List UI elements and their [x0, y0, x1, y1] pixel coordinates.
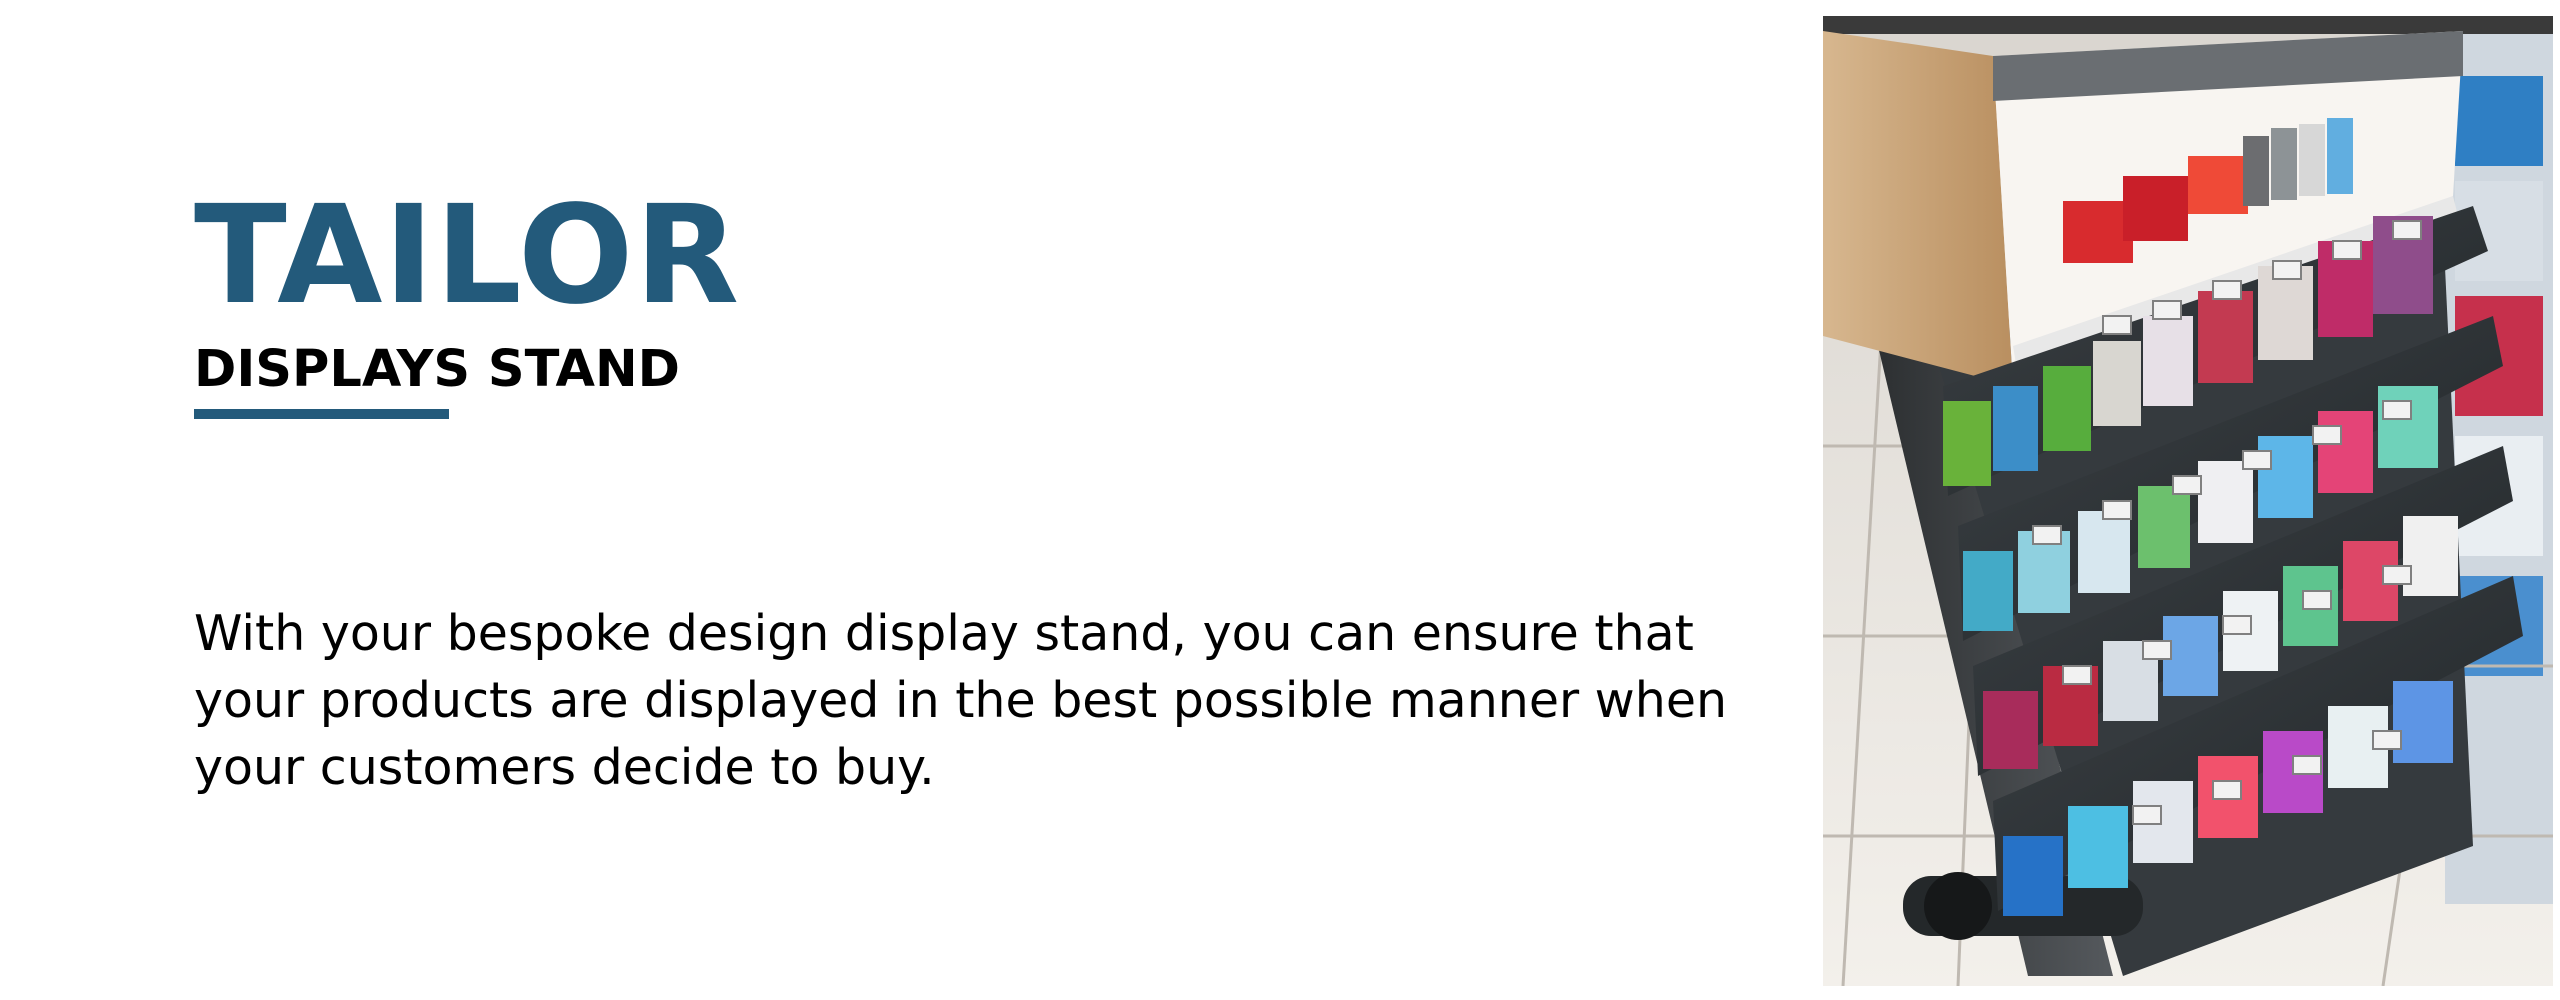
display-stand-illustration: [1823, 16, 2553, 986]
title-underline: [194, 409, 449, 419]
page-title: TAILOR: [194, 177, 741, 335]
display-stand-photo: [1823, 16, 2553, 986]
page-subtitle: DISPLAYS STAND: [194, 340, 680, 399]
body-copy: With your bespoke design display stand, …: [194, 605, 1728, 796]
page: TAILOR DISPLAYS STAND With your bespoke …: [0, 0, 2560, 1000]
